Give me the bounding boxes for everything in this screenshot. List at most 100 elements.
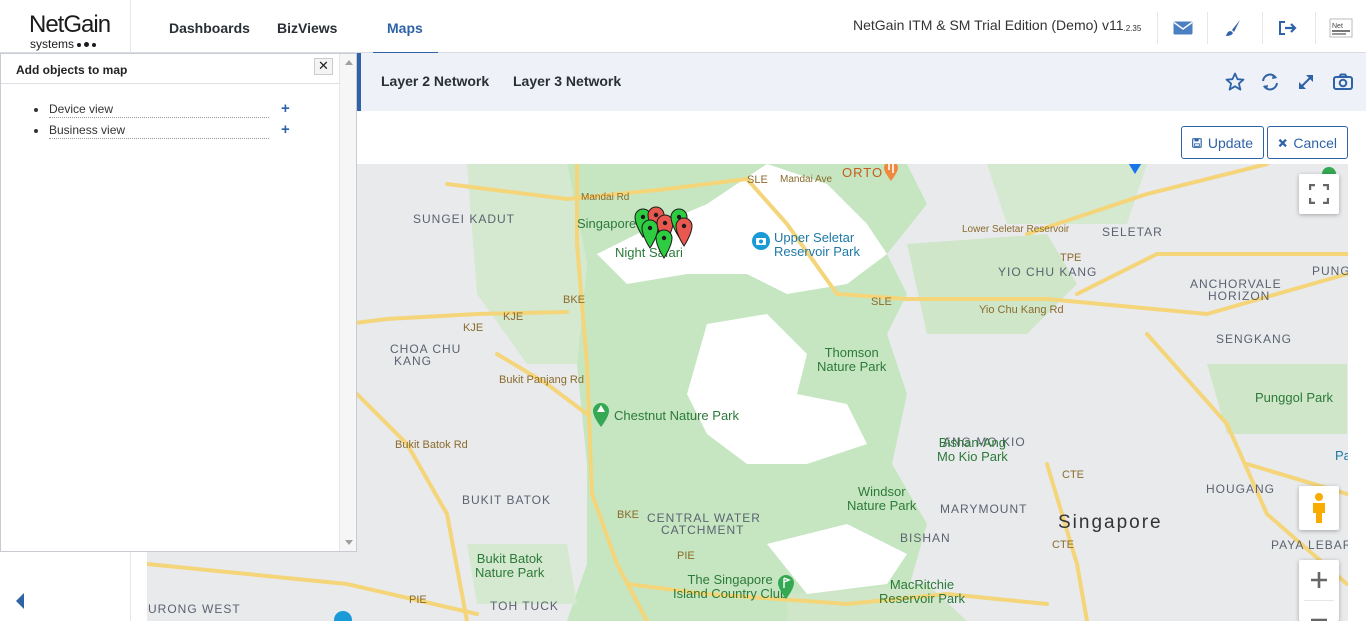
camera-icon: [1333, 73, 1353, 90]
app-title-text: NetGain ITM & SM Trial Edition (Demo) v1…: [853, 17, 1124, 33]
map-label-kje-2: KJE: [503, 311, 524, 323]
macritchie-line2: Reservoir Park: [879, 591, 965, 606]
map-label-marymount: MARYMOUNT: [940, 502, 1028, 516]
map-label-chestnut-nature-park: Chestnut Nature Park: [614, 408, 740, 423]
zoom-in-button[interactable]: [1299, 560, 1339, 600]
update-button[interactable]: Update: [1181, 126, 1264, 159]
map-label-bishan-amk: Bishan-Ang Mo Kio Park: [937, 436, 1008, 464]
zoom-in-icon: [1311, 572, 1327, 588]
mail-button[interactable]: [1157, 12, 1207, 44]
map-label-bishan: BISHAN: [900, 531, 951, 545]
expand-button[interactable]: [1295, 71, 1317, 93]
brush-icon: [1225, 20, 1240, 36]
station-poi-icon[interactable]: [333, 610, 353, 621]
map-label-kang: KANG: [394, 354, 433, 368]
device-view-item[interactable]: Device view: [49, 102, 269, 118]
windsor-line1: Windsor: [857, 484, 906, 499]
nav-tab-dashboards[interactable]: Dashboards: [169, 0, 250, 53]
logo-wordmark: NetGain: [29, 11, 111, 38]
tree-poi-icon[interactable]: [592, 402, 610, 428]
panel-scrollbar[interactable]: [339, 54, 356, 551]
map-label-toh-tuck: TOH TUCK: [490, 599, 559, 613]
restaurant-poi-icon[interactable]: [883, 164, 899, 182]
collapse-sidebar-button[interactable]: [15, 593, 25, 614]
panel-close-button[interactable]: ✕: [314, 58, 333, 75]
device-pin-down[interactable]: [675, 217, 693, 247]
cancel-label: Cancel: [1293, 134, 1337, 151]
avatar: Net: [1329, 18, 1353, 38]
street-view-button[interactable]: [1299, 486, 1339, 530]
upper-seletar-line1: Upper Seletar: [774, 230, 855, 245]
map-fullscreen-button[interactable]: [1299, 174, 1339, 214]
map-label-seletar: SELETAR: [1102, 225, 1163, 239]
camera-poi-icon[interactable]: [751, 231, 771, 251]
top-header: NetGain systems Dashboards BizViews Maps…: [0, 0, 1366, 54]
scroll-down-arrow-icon[interactable]: [345, 540, 353, 545]
nav-tab-bizviews[interactable]: BizViews: [277, 0, 337, 53]
bishan-amk-line2: Mo Kio Park: [937, 449, 1008, 464]
map-label-bukit-batok-rd: Bukit Batok Rd: [395, 439, 468, 451]
refresh-button[interactable]: [1259, 71, 1281, 93]
theme-button[interactable]: [1207, 12, 1257, 44]
map-label-singapore-zoo: Singapore: [577, 216, 637, 231]
logo-subtitle: systems: [30, 37, 75, 51]
pegman-icon: [1313, 493, 1325, 523]
netgain-logo[interactable]: NetGain systems: [0, 0, 131, 53]
zoom-out-button[interactable]: [1299, 601, 1339, 621]
panel-title: Add objects to map: [16, 63, 128, 77]
map-label-hougang: HOUGANG: [1206, 482, 1276, 496]
map-label-thomson: Thomson Nature Park: [817, 346, 886, 374]
map-label-bukit-batok: BUKIT BATOK: [462, 493, 552, 507]
map-label-pung: PUNG: [1312, 264, 1348, 278]
macritchie-line1: MacRitchie: [889, 577, 955, 592]
close-icon: [1278, 138, 1287, 147]
map-label-urong-west: URONG WEST: [148, 602, 241, 616]
cancel-button[interactable]: Cancel: [1267, 126, 1348, 159]
user-avatar-button[interactable]: Net: [1315, 12, 1366, 44]
app-title: NetGain ITM & SM Trial Edition (Demo) v1…: [853, 17, 1141, 33]
nav-tab-maps[interactable]: Maps: [373, 0, 438, 54]
map-label-windsor: Windsor Nature Park: [847, 485, 916, 513]
map-label-cte: CTE: [1062, 469, 1084, 481]
map-label-pa: Pa: [1335, 448, 1348, 463]
map-label-mandai-ave: Mandai Ave: [780, 174, 833, 185]
blue-marker-icon[interactable]: [1126, 164, 1144, 176]
map-label-yio-chu-kang: YIO CHU KANG: [998, 265, 1098, 279]
map-label-horizon: HORIZON: [1208, 289, 1271, 303]
star-icon: [1225, 72, 1245, 91]
add-objects-panel: Add objects to map ✕ Device view + Busin…: [0, 53, 357, 552]
add-device-view-button[interactable]: +: [281, 100, 290, 117]
device-pin-up[interactable]: [655, 229, 673, 259]
map-label-cte-2: CTE: [1052, 539, 1074, 551]
upper-seletar-line2: Reservoir Park: [774, 244, 860, 259]
map-label-bke-2: BKE: [617, 509, 640, 521]
app-version: .2.35: [1123, 24, 1142, 33]
map-label-sle-2: SLE: [747, 174, 768, 186]
map-label-tpe: TPE: [1060, 252, 1082, 264]
tab-layer-2-network[interactable]: Layer 2 Network: [381, 73, 489, 89]
island-cc-line1: The Singapore: [687, 572, 773, 587]
map-label-orto: ORTO: [842, 165, 884, 180]
thomson-line2: Nature Park: [817, 359, 887, 374]
map-label-punggol-park: Punggol Park: [1255, 390, 1334, 405]
golf-poi-icon[interactable]: [777, 574, 795, 600]
snapshot-button[interactable]: [1332, 71, 1354, 93]
favorite-button[interactable]: [1224, 71, 1246, 93]
map-label-lower-seletar: Lower Seletar Reservoir: [962, 224, 1070, 235]
map-label-singapore-city: Singapore: [1058, 512, 1163, 533]
zoom-out-icon: [1311, 618, 1327, 621]
add-business-view-button[interactable]: +: [281, 121, 290, 138]
bishan-amk-line1: Bishan-Ang: [938, 435, 1007, 450]
map-label-bukit-batok-np: Bukit Batok Nature Park: [475, 552, 544, 580]
map-label-yio-chu-kang-rd: Yio Chu Kang Rd: [979, 304, 1064, 316]
list-bullet: [34, 129, 38, 133]
zoom-controls: [1299, 560, 1339, 621]
map-label-paya-lebar: PAYA LEBAR: [1271, 538, 1348, 552]
scroll-up-arrow-icon[interactable]: [345, 60, 353, 65]
logout-button[interactable]: [1262, 12, 1312, 44]
action-bar: Update Cancel: [357, 111, 1366, 164]
tab-layer-3-network[interactable]: Layer 3 Network: [513, 73, 621, 89]
business-view-item[interactable]: Business view: [49, 123, 269, 139]
map-label-sengkang: SENGKANG: [1216, 332, 1293, 346]
layer-tabs-bar: Layer 2 Network Layer 3 Network: [357, 53, 1366, 111]
